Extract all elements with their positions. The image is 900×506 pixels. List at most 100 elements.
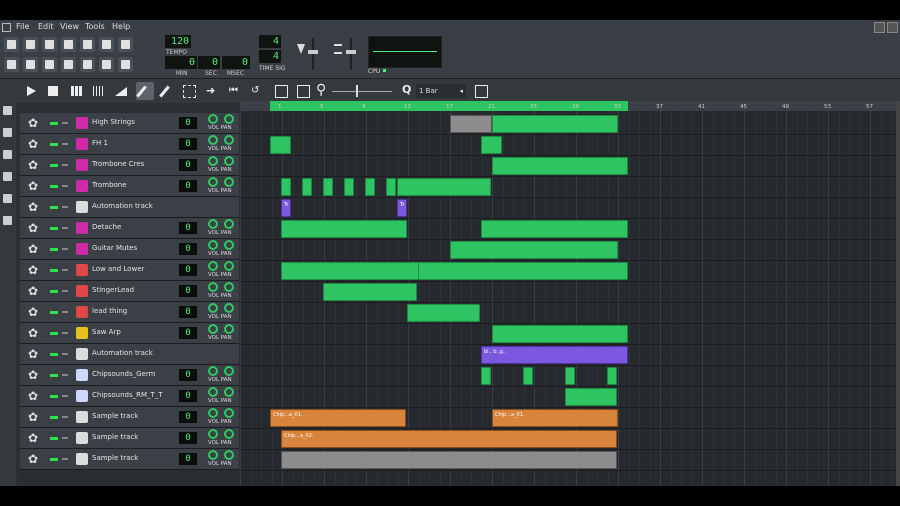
clip[interactable] xyxy=(481,367,491,385)
track-name[interactable]: Chipsounds_RM_T_T xyxy=(92,391,163,399)
clip[interactable] xyxy=(302,178,312,196)
pan-knob[interactable] xyxy=(224,408,234,418)
stop-behaviour-button[interactable]: ↺ xyxy=(248,82,266,100)
gear-icon[interactable]: ✿ xyxy=(28,453,38,465)
waveform-icon[interactable] xyxy=(76,453,88,465)
fruit-icon[interactable] xyxy=(76,327,88,339)
mute-toggle[interactable] xyxy=(50,227,58,230)
track-name[interactable]: Trombone Cres xyxy=(92,160,144,168)
master-pitch-handle[interactable] xyxy=(346,50,356,54)
timesig-denominator[interactable]: 4 xyxy=(259,50,281,63)
zoom-slider-handle[interactable] xyxy=(356,85,358,97)
pan-knob[interactable] xyxy=(224,240,234,250)
pan-knob[interactable] xyxy=(224,135,234,145)
track-name[interactable]: Detache xyxy=(92,223,121,231)
waveform-icon[interactable] xyxy=(76,432,88,444)
volume-knob[interactable] xyxy=(208,282,218,292)
master-volume-handle[interactable] xyxy=(308,50,318,54)
mute-toggle[interactable] xyxy=(50,185,58,188)
tempo-display[interactable]: 120 xyxy=(165,35,191,48)
solo-toggle[interactable] xyxy=(62,122,68,124)
track-row[interactable]: ✿ Chipsounds_Germ 0 VOL PAN xyxy=(20,365,239,386)
gear-icon[interactable]: ✿ xyxy=(28,369,38,381)
clip[interactable] xyxy=(481,136,502,154)
add-automation-track-button[interactable] xyxy=(112,82,130,100)
synth-icon[interactable] xyxy=(76,222,88,234)
track-name[interactable]: Saw Arp xyxy=(92,328,121,336)
volume-knob[interactable] xyxy=(208,429,218,439)
solo-toggle[interactable] xyxy=(62,248,68,250)
note-icon[interactable] xyxy=(76,369,88,381)
clip[interactable] xyxy=(365,178,375,196)
add-beat-bassline-button[interactable] xyxy=(68,82,86,100)
mute-toggle[interactable] xyxy=(50,290,58,293)
mixer-channel-display[interactable]: 0 xyxy=(179,453,197,465)
clip[interactable] xyxy=(281,178,291,196)
volume-knob[interactable] xyxy=(208,366,218,376)
mixer-channel-display[interactable]: 0 xyxy=(179,117,197,129)
clip[interactable] xyxy=(386,178,396,196)
pan-knob[interactable] xyxy=(224,114,234,124)
remove-bar-button[interactable] xyxy=(294,82,312,100)
note-icon[interactable] xyxy=(76,390,88,402)
solo-toggle[interactable] xyxy=(62,311,68,313)
instrument-plugins-icon[interactable] xyxy=(3,106,12,115)
stop-button[interactable] xyxy=(44,82,62,100)
track-row[interactable]: ✿ Trombone 0 VOL PAN xyxy=(20,176,239,197)
volume-knob[interactable] xyxy=(208,177,218,187)
gear-icon[interactable]: ✿ xyxy=(28,432,38,444)
recent-projects-button[interactable] xyxy=(61,37,76,52)
open-project-button[interactable] xyxy=(42,37,57,52)
mute-toggle[interactable] xyxy=(50,143,58,146)
menu-file[interactable]: File xyxy=(16,22,29,31)
solo-toggle[interactable] xyxy=(62,227,68,229)
menu-help[interactable]: Help xyxy=(112,22,130,31)
mute-toggle[interactable] xyxy=(50,374,58,377)
gear-icon[interactable]: ✿ xyxy=(28,159,38,171)
clip[interactable] xyxy=(270,136,291,154)
gear-icon[interactable]: ✿ xyxy=(28,180,38,192)
track-row[interactable]: ✿ Automation track xyxy=(20,344,239,365)
synth-icon[interactable] xyxy=(76,159,88,171)
track-name[interactable]: Sample track xyxy=(92,412,138,420)
solo-toggle[interactable] xyxy=(62,416,68,418)
draw-mode-button[interactable] xyxy=(136,82,154,100)
mute-toggle[interactable] xyxy=(50,269,58,272)
gear-icon[interactable]: ✿ xyxy=(28,348,38,360)
clip[interactable] xyxy=(323,283,417,301)
track-row[interactable]: ✿ Sample track 0 VOL PAN xyxy=(20,428,239,449)
gear-icon[interactable]: ✿ xyxy=(28,117,38,129)
metronome-button[interactable] xyxy=(118,37,133,52)
clip[interactable] xyxy=(397,178,491,196)
track-lane[interactable] xyxy=(240,198,896,219)
gear-icon[interactable]: ✿ xyxy=(28,264,38,276)
clip[interactable] xyxy=(281,220,407,238)
mute-toggle[interactable] xyxy=(50,206,58,209)
select-mode-button[interactable] xyxy=(180,82,198,100)
mixer-channel-display[interactable]: 0 xyxy=(179,411,197,423)
track-row[interactable]: ✿ Sample track 0 VOL PAN xyxy=(20,407,239,428)
clip[interactable] xyxy=(565,367,575,385)
track-name[interactable]: Automation track xyxy=(92,202,153,210)
save-project-button[interactable] xyxy=(80,37,95,52)
pan-knob[interactable] xyxy=(224,156,234,166)
track-name[interactable]: Automation track xyxy=(92,349,153,357)
synth-icon[interactable] xyxy=(76,243,88,255)
gear-icon[interactable]: ✿ xyxy=(28,411,38,423)
synth-icon[interactable] xyxy=(76,180,88,192)
mute-toggle[interactable] xyxy=(50,395,58,398)
synth-icon[interactable] xyxy=(76,138,88,150)
solo-toggle[interactable] xyxy=(62,437,68,439)
song-timeline[interactable]: Tr Tr bl.. b..g.. Chip...a_01. Chip...a_01. C… xyxy=(240,111,896,486)
plugin-icon[interactable] xyxy=(76,285,88,297)
mute-toggle[interactable] xyxy=(50,164,58,167)
track-lane[interactable] xyxy=(240,303,896,324)
volume-knob[interactable] xyxy=(208,114,218,124)
clip[interactable] xyxy=(492,115,618,133)
pan-knob[interactable] xyxy=(224,429,234,439)
gear-icon[interactable]: ✿ xyxy=(28,306,38,318)
solo-toggle[interactable] xyxy=(62,353,68,355)
gear-icon[interactable]: ✿ xyxy=(28,243,38,255)
auto-scroll-button[interactable]: ➜ xyxy=(204,82,222,100)
clip[interactable]: Chip...a_01. xyxy=(492,409,618,427)
